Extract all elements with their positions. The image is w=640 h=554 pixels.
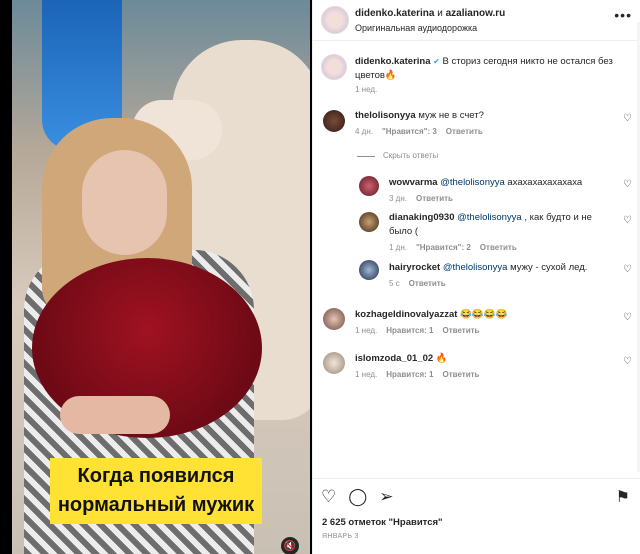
comment-reply-button[interactable]: Ответить — [442, 370, 479, 379]
comment-text: kozhageldinovalyazzat 😂😂😂😂 — [355, 308, 605, 322]
reply-likes[interactable]: "Нравится": 2 — [416, 243, 471, 252]
comment-avatar[interactable] — [323, 110, 345, 132]
comment-likes[interactable]: "Нравится": 3 — [382, 127, 437, 136]
header-usernames: didenko.katerina и azalianow.ru — [355, 8, 505, 19]
reply-time[interactable]: 3 дн. — [389, 194, 407, 203]
reply-meta: 5 с Ответить — [389, 279, 446, 288]
comment-body: муж не в счет? — [415, 110, 484, 121]
reply-text: wowvarma @thelolisonyya ахахахахахахаха — [389, 176, 609, 190]
header-user1[interactable]: didenko.katerina — [355, 8, 434, 19]
like-heart-icon[interactable]: ♡ — [623, 215, 632, 226]
comment-meta: 1 нед. Нравится: 1 Ответить — [355, 370, 479, 379]
reply-avatar[interactable] — [359, 212, 379, 232]
post-date: ЯНВАРЬ 3 — [322, 533, 359, 540]
comment-text: islomzoda_01_02 🔥 — [355, 352, 605, 366]
header-and: и — [434, 8, 446, 19]
reply-user[interactable]: hairyrocket — [389, 262, 440, 273]
comment-user[interactable]: kozhageldinovalyazzat — [355, 309, 457, 320]
comment-user[interactable]: thelolisonyya — [355, 110, 416, 121]
like-heart-icon[interactable]: ♡ — [623, 179, 632, 190]
header-divider — [313, 40, 640, 41]
hide-replies-button[interactable]: Скрыть ответы — [383, 151, 438, 160]
reply-avatar[interactable] — [359, 260, 379, 280]
comment-avatar[interactable] — [323, 308, 345, 330]
comment-time[interactable]: 1 нед. — [355, 370, 377, 379]
header-audio[interactable]: Оригинальная аудиодорожка — [355, 23, 477, 33]
reply-text: dianaking0930 @thelolisonyya , как будто… — [389, 211, 611, 239]
like-heart-icon[interactable]: ♡ — [623, 312, 632, 323]
reply-meta: 1 дн. "Нравится": 2 Ответить — [389, 243, 517, 252]
reply-meta: 3 дн. Ответить — [389, 194, 453, 203]
comment-meta: 4 дн. "Нравится": 3 Ответить — [355, 127, 483, 136]
reply-mention[interactable]: @thelolisonyya — [440, 262, 508, 273]
like-icon[interactable]: ♡ — [321, 487, 336, 507]
video-caption-line2: нормальный мужик — [57, 494, 255, 516]
speaker-muted-icon[interactable]: 🔇 — [281, 537, 299, 554]
verified-icon: ✔ — [433, 57, 440, 66]
caption-time[interactable]: 1 нед. — [355, 85, 377, 94]
reply-user[interactable]: dianaking0930 — [389, 212, 454, 223]
comment-reply-button[interactable]: Ответить — [446, 127, 483, 136]
reply-user[interactable]: wowvarma — [389, 177, 438, 188]
video-caption: Когда появился нормальный мужик — [50, 458, 262, 524]
comment-reply-button[interactable]: Ответить — [442, 326, 479, 335]
like-heart-icon[interactable]: ♡ — [623, 264, 632, 275]
caption-meta: 1 нед. — [355, 85, 377, 94]
likes-count[interactable]: 2 625 отметок "Нравится" — [322, 517, 443, 528]
reply-avatar[interactable] — [359, 176, 379, 196]
caption-text: didenko.katerina ✔ В сториз сегодня никт… — [355, 55, 625, 83]
comment-avatar[interactable] — [323, 352, 345, 374]
reply-time[interactable]: 1 дн. — [389, 243, 407, 252]
woman-hand — [60, 396, 170, 434]
woman-face — [82, 150, 167, 255]
comment-meta: 1 нед. Нравится: 1 Ответить — [355, 326, 479, 335]
post-actions: ♡ ◯ ➢ — [321, 487, 394, 507]
reel-video[interactable]: Когда появился нормальный мужик 🔇 — [0, 0, 312, 554]
comment-user[interactable]: islomzoda_01_02 — [355, 353, 433, 364]
comment-time[interactable]: 4 дн. — [355, 127, 373, 136]
reply-mention[interactable]: @thelolisonyya — [454, 212, 522, 223]
video-caption-line1: Когда появился — [77, 465, 235, 487]
reply-reply-button[interactable]: Ответить — [409, 279, 446, 288]
comments-panel: didenko.katerina и azalianow.ru Оригинал… — [312, 0, 640, 554]
caption-user[interactable]: didenko.katerina — [355, 56, 431, 67]
reply-reply-button[interactable]: Ответить — [416, 194, 453, 203]
reply-reply-button[interactable]: Ответить — [480, 243, 517, 252]
comment-likes[interactable]: Нравится: 1 — [386, 370, 433, 379]
bookmark-icon[interactable]: ⚑ — [616, 487, 630, 507]
header-user2[interactable]: azalianow.ru — [446, 8, 506, 19]
comment-body: 🔥 — [433, 353, 448, 364]
caption-avatar[interactable] — [321, 54, 347, 80]
comment-body: 😂😂😂😂 — [457, 309, 508, 320]
comment-text: thelolisonyya муж не в счет? — [355, 109, 605, 123]
reply-body: ахахахахахахаха — [504, 177, 583, 188]
more-options-icon[interactable]: ••• — [614, 8, 632, 22]
reply-mention[interactable]: @thelolisonyya — [438, 177, 505, 188]
comment-icon[interactable]: ◯ — [348, 487, 367, 507]
reply-body: мужу - сухой лед. — [507, 262, 588, 273]
comment-likes[interactable]: Нравится: 1 — [386, 326, 433, 335]
hide-replies-line — [357, 156, 375, 157]
like-heart-icon[interactable]: ♡ — [623, 113, 632, 124]
header-avatar[interactable] — [321, 6, 349, 34]
actions-divider — [313, 478, 640, 479]
reply-text: hairyrocket @thelolisonyya мужу - сухой … — [389, 261, 611, 275]
reply-time[interactable]: 5 с — [389, 279, 400, 288]
comment-time[interactable]: 1 нед. — [355, 326, 377, 335]
share-icon[interactable]: ➢ — [379, 487, 393, 507]
like-heart-icon[interactable]: ♡ — [623, 356, 632, 367]
